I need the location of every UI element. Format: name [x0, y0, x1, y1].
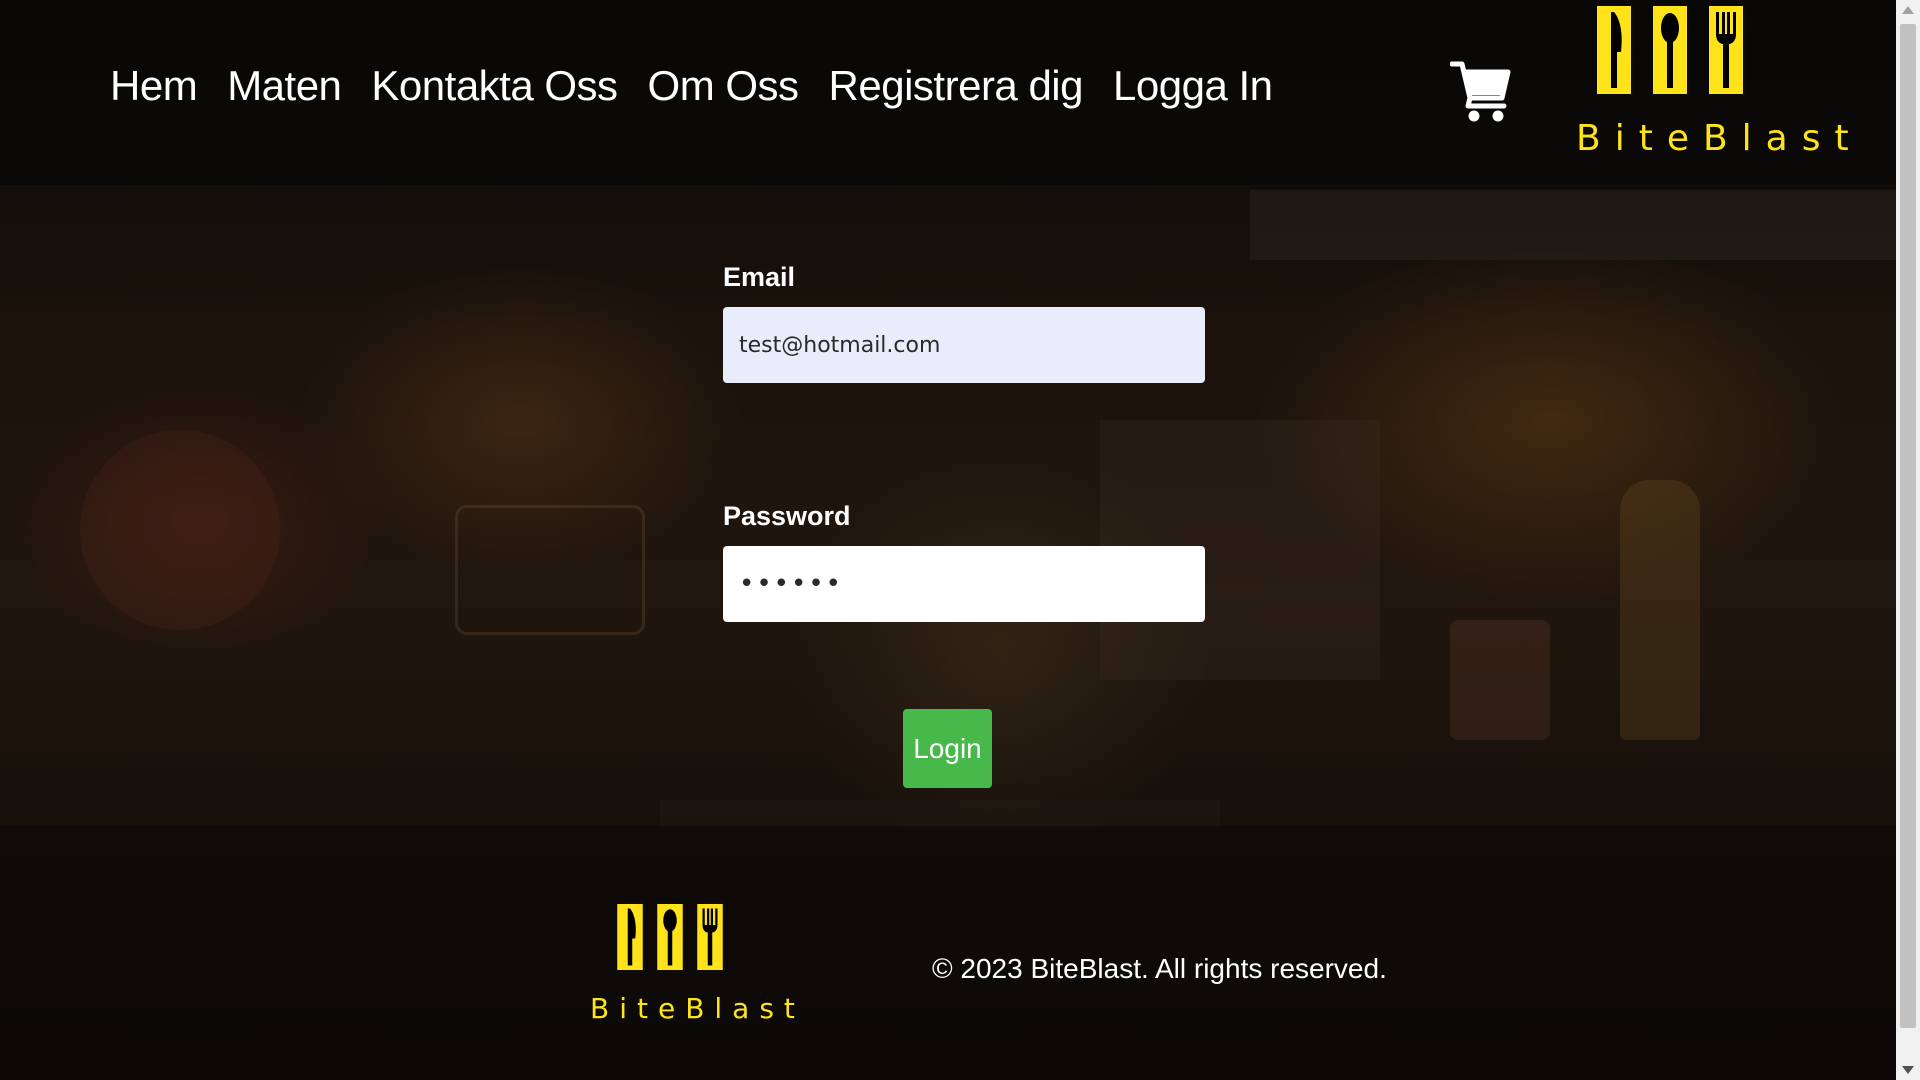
- fork-icon: [697, 904, 723, 970]
- scrollbar-thumb[interactable]: [1900, 24, 1916, 1028]
- nav-home[interactable]: Hem: [110, 62, 198, 110]
- email-label: Email: [723, 262, 796, 292]
- spoon-icon: [657, 904, 683, 970]
- footer-logo-glyphs: [590, 904, 750, 970]
- knife-icon: [617, 904, 643, 970]
- shopping-cart-icon[interactable]: [1449, 58, 1512, 124]
- spoon-icon: [1653, 6, 1687, 94]
- password-label: Password: [723, 501, 851, 531]
- brand-logo[interactable]: BiteBlast: [1570, 6, 1863, 166]
- nav-register[interactable]: Registrera dig: [829, 62, 1084, 110]
- nav-login[interactable]: Logga In: [1113, 62, 1273, 110]
- fork-icon: [1709, 6, 1743, 94]
- nav-about[interactable]: Om Oss: [648, 62, 800, 110]
- vertical-scrollbar[interactable]: [1896, 0, 1920, 1080]
- main-nav: Hem Maten Kontakta Oss Om Oss Registrera…: [110, 62, 1273, 110]
- nav-contact[interactable]: Kontakta Oss: [371, 62, 618, 110]
- password-field[interactable]: ••••••: [723, 546, 1205, 622]
- login-form: Email test@hotmail.com Password ••••••: [723, 262, 1205, 622]
- scroll-up-icon[interactable]: [1902, 6, 1914, 14]
- scroll-down-icon[interactable]: [1902, 1066, 1914, 1074]
- brand-name: BiteBlast: [1576, 118, 1863, 159]
- logo-glyphs: [1570, 6, 1770, 94]
- footer-brand-name: BiteBlast: [590, 992, 805, 1025]
- nav-menu[interactable]: Maten: [227, 62, 342, 110]
- knife-icon: [1597, 6, 1631, 94]
- copyright-text: © 2023 BiteBlast. All rights reserved.: [932, 953, 1387, 984]
- footer-logo[interactable]: BiteBlast: [590, 904, 805, 1034]
- email-field[interactable]: test@hotmail.com: [723, 307, 1205, 383]
- login-button[interactable]: Login: [903, 709, 992, 788]
